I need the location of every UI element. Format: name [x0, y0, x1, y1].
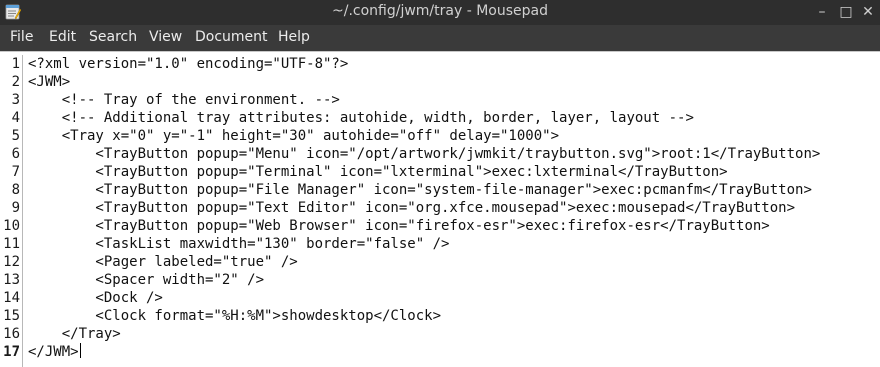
line-number: 4 [11, 110, 20, 126]
current-line-number: 17 [3, 344, 20, 360]
code-line-current[interactable]: </JWM> [28, 343, 81, 361]
text-cursor [79, 343, 81, 358]
title-bar[interactable]: ~/.config/jwm/tray - Mousepad – □ ✕ [0, 0, 880, 25]
code-text-area[interactable]: <?xml version="1.0" encoding="UTF-8"?> <… [23, 55, 880, 367]
line-number: 5 [11, 128, 20, 144]
code-line[interactable]: <!-- Tray of the environment. --> [28, 91, 340, 109]
line-number: 7 [11, 164, 20, 180]
code-line[interactable]: </Tray> [28, 325, 121, 343]
minimize-icon: – [818, 4, 826, 20]
code-line[interactable]: <TrayButton popup="File Manager" icon="s… [28, 181, 811, 199]
code-line[interactable]: <Clock format="%H:%M">showdesktop</Clock… [28, 307, 441, 325]
mousepad-window: ~/.config/jwm/tray - Mousepad – □ ✕ File… [0, 0, 880, 367]
code-line[interactable]: <!-- Additional tray attributes: autohid… [28, 109, 694, 127]
line-number: 6 [11, 146, 20, 162]
line-number: 13 [3, 272, 20, 288]
code-line[interactable]: <?xml version="1.0" encoding="UTF-8"?> [28, 55, 348, 73]
line-number: 14 [3, 290, 20, 306]
menu-view[interactable]: View [149, 29, 182, 45]
line-number: 16 [3, 326, 20, 342]
line-number: 11 [3, 236, 20, 252]
menu-document[interactable]: Document [195, 29, 268, 45]
line-number: 12 [3, 254, 20, 270]
line-number: 10 [3, 218, 20, 234]
code-line[interactable]: <Spacer width="2" /> [28, 271, 264, 289]
menu-bar: File Edit Search View Document Help [0, 25, 880, 51]
close-icon: ✕ [862, 4, 874, 20]
code-line-text[interactable]: </JWM> [28, 344, 79, 360]
code-line[interactable]: <TrayButton popup="Menu" icon="/opt/artw… [28, 145, 820, 163]
code-line[interactable]: <TrayButton popup="Text Editor" icon="or… [28, 199, 795, 217]
menu-file[interactable]: File [10, 29, 33, 45]
line-number: 1 [11, 56, 20, 72]
menu-search[interactable]: Search [89, 29, 137, 45]
code-line[interactable]: <Pager labeled="true" /> [28, 253, 297, 271]
line-number: 2 [11, 74, 20, 90]
code-line[interactable]: <Tray x="0" y="-1" height="30" autohide=… [28, 127, 559, 145]
maximize-button[interactable]: □ [836, 2, 856, 22]
line-number-gutter: 1 2 3 4 5 6 7 8 9 10 11 12 13 14 15 16 1… [0, 55, 23, 367]
menu-help[interactable]: Help [278, 29, 310, 45]
minimize-button[interactable]: – [812, 2, 832, 22]
code-line[interactable]: <TaskList maxwidth="130" border="false" … [28, 235, 449, 253]
text-editor[interactable]: 1 2 3 4 5 6 7 8 9 10 11 12 13 14 15 16 1… [0, 51, 880, 367]
code-line[interactable]: <JWM> [28, 73, 70, 91]
line-number: 8 [11, 182, 20, 198]
code-line[interactable]: <TrayButton popup="Web Browser" icon="fi… [28, 217, 769, 235]
line-number: 3 [11, 92, 20, 108]
line-number: 9 [11, 200, 20, 216]
code-line[interactable]: <Dock /> [28, 289, 162, 307]
line-number: 15 [3, 308, 20, 324]
menu-edit[interactable]: Edit [49, 29, 76, 45]
window-title: ~/.config/jwm/tray - Mousepad [332, 3, 548, 19]
close-button[interactable]: ✕ [858, 2, 878, 22]
code-line[interactable]: <TrayButton popup="Terminal" icon="lxter… [28, 163, 727, 181]
maximize-icon: □ [839, 4, 853, 20]
